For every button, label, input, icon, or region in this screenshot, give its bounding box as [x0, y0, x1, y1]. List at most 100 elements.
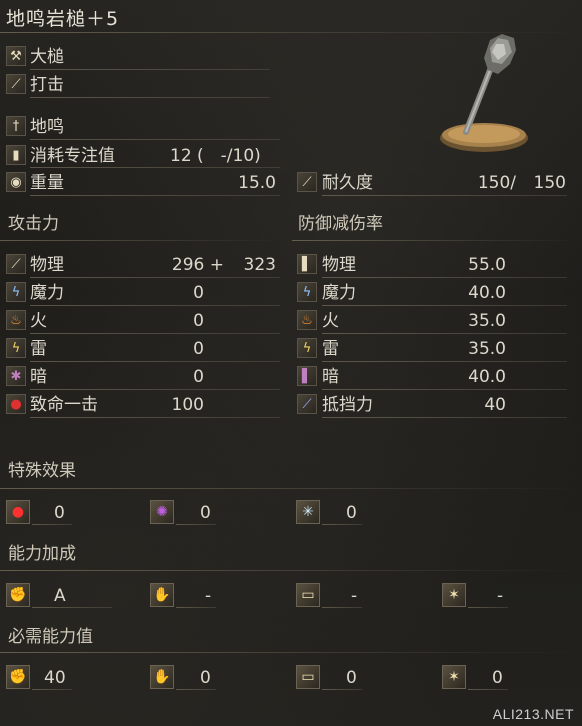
attack-label-dark: 暗: [30, 367, 47, 387]
critical-icon: ●: [6, 394, 26, 414]
weapon-image: [440, 34, 528, 152]
defense-underline-stability: [322, 417, 567, 418]
defense-underline-magic: [322, 305, 567, 306]
weapon-type-icon: ⚒: [6, 46, 26, 66]
special-header: 特殊效果: [8, 461, 76, 481]
strength-icon: ✊: [6, 583, 30, 607]
defense-label-dark: 暗: [322, 367, 339, 387]
defense-value-stability: 40: [484, 395, 506, 415]
attack-value-critical: 100: [171, 395, 204, 415]
watermark: ALI213.NET: [492, 706, 574, 722]
attack-underline-physical: [30, 277, 280, 278]
scaling-underline-faith: [468, 607, 508, 608]
defense-value-physical: 55.0: [468, 255, 506, 275]
requirement-value-faith: 0: [492, 668, 503, 688]
attack-underline-magic: [30, 305, 280, 306]
defense-value-dark: 40.0: [468, 367, 506, 387]
defense-divider: [292, 240, 582, 241]
defense-value-fire: 35.0: [468, 311, 506, 331]
attack-underline-critical: [30, 417, 280, 418]
durability-icon: ⟋: [297, 172, 317, 192]
defense-underline-lightning: [322, 361, 567, 362]
attack-underline-fire: [30, 333, 280, 334]
stability-icon: ⟋: [297, 394, 317, 414]
attack-bonus-physical: 323: [243, 255, 276, 275]
durability-current: 150/: [477, 173, 516, 193]
magic-defense-icon: ϟ: [297, 282, 317, 302]
physical-attack-icon: ⟋: [6, 254, 26, 274]
attack-value-fire: 0: [193, 311, 204, 331]
attack-label-critical: 致命一击: [30, 395, 98, 415]
fp-label: 消耗专注值: [30, 146, 115, 166]
scaling-underline-strength: [32, 607, 112, 608]
attack-label-magic: 魔力: [30, 283, 64, 303]
requirement-underline-strength: [32, 689, 72, 690]
requirement-value-dexterity: 0: [200, 668, 211, 688]
defense-value-lightning: 35.0: [468, 339, 506, 359]
scaling-underline-intelligence: [322, 607, 362, 608]
special-underline-bleed: [32, 524, 72, 525]
requirement-underline-intelligence: [322, 689, 362, 690]
bleed-icon: ●: [6, 500, 30, 524]
intelligence-icon: ▭: [296, 583, 320, 607]
attack-value-physical: 296 +: [171, 255, 224, 275]
fp-value: 12 ( -/10): [170, 146, 261, 166]
scaling-value-intelligence: -: [351, 586, 358, 606]
defense-label-stability: 抵挡力: [322, 395, 373, 415]
attack-divider: [0, 240, 280, 241]
fire-attack-icon: ♨: [6, 310, 26, 330]
intelligence-icon: ▭: [296, 665, 320, 689]
attack-label-fire: 火: [30, 311, 47, 331]
weight-icon: ◉: [6, 172, 26, 192]
skill-icon: †: [6, 116, 26, 136]
requirements-header: 必需能力值: [8, 627, 93, 647]
weight-value: 15.0: [238, 173, 276, 193]
dexterity-icon: ✋: [150, 583, 174, 607]
defense-value-magic: 40.0: [468, 283, 506, 303]
attack-type: 打击: [30, 75, 64, 95]
scaling-divider: [0, 570, 582, 571]
attack-type-icon: ⟋: [6, 74, 26, 94]
strength-icon: ✊: [6, 665, 30, 689]
special-value-poison: 0: [200, 503, 211, 523]
attack-underline-dark: [30, 389, 280, 390]
poison-icon: ✺: [150, 500, 174, 524]
dark-defense-icon: ▌: [297, 366, 317, 386]
attack-type-underline: [30, 97, 270, 98]
scaling-header: 能力加成: [8, 544, 76, 564]
scaling-value-dexterity: -: [205, 586, 212, 606]
attack-header: 攻击力: [8, 214, 59, 234]
faith-icon: ✶: [442, 583, 466, 607]
requirement-value-intelligence: 0: [346, 668, 357, 688]
skill-name: 地鸣: [30, 117, 64, 137]
attack-value-magic: 0: [193, 283, 204, 303]
special-value-bleed: 0: [54, 503, 65, 523]
attack-value-lightning: 0: [193, 339, 204, 359]
item-detail-panel: 地鸣岩槌＋5 ⚒ 大槌 ⟋ 打击 † 地鸣 ▮ 消耗专注值 12 ( -/10)…: [0, 0, 582, 726]
scaling-value-faith: -: [497, 586, 504, 606]
defense-underline-fire: [322, 333, 567, 334]
scaling-value-strength: A: [54, 586, 66, 606]
fp-icon: ▮: [6, 145, 26, 165]
special-underline-poison: [176, 524, 216, 525]
attack-value-dark: 0: [193, 367, 204, 387]
weapon-type-underline: [30, 69, 270, 70]
frost-icon: ✳: [296, 500, 320, 524]
magic-attack-icon: ϟ: [6, 282, 26, 302]
durability-max: 150: [533, 173, 566, 193]
special-divider: [0, 488, 582, 489]
defense-label-lightning: 雷: [322, 339, 339, 359]
dark-attack-icon: ✱: [6, 366, 26, 386]
special-value-frost: 0: [346, 503, 357, 523]
weight-underline: [30, 195, 280, 196]
defense-label-fire: 火: [322, 311, 339, 331]
item-title: 地鸣岩槌＋5: [6, 8, 120, 30]
requirement-underline-dexterity: [176, 689, 216, 690]
fp-underline: [30, 167, 280, 168]
physical-defense-icon: ▌: [297, 254, 317, 274]
skill-underline: [30, 139, 280, 140]
requirements-divider: [0, 652, 582, 653]
defense-underline-dark: [322, 389, 567, 390]
special-underline-frost: [322, 524, 362, 525]
faith-icon: ✶: [442, 665, 466, 689]
